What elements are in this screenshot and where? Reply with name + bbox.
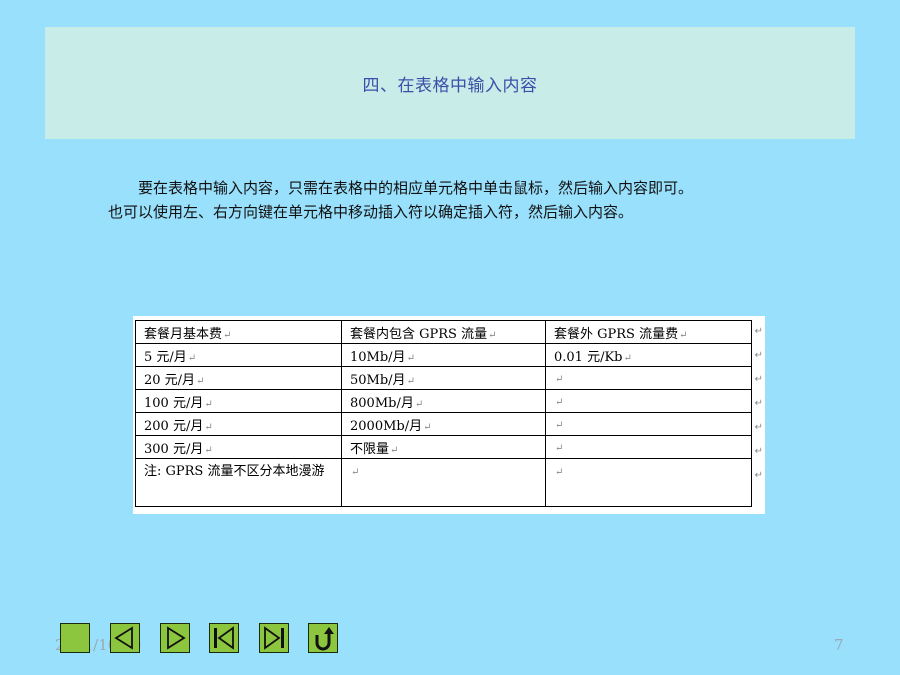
row-end-mark: ↵ <box>754 446 763 457</box>
cell-text: 2000Mb/月 <box>350 418 423 434</box>
nav-return-button[interactable] <box>308 623 338 653</box>
table-row: 100 元/月↵ 800Mb/月↵ ↵ <box>135 389 752 413</box>
row-end-mark: ↵ <box>754 350 763 361</box>
row-end-mark: ↵ <box>754 398 763 409</box>
table-header-cell[interactable]: 套餐内包含 GPRS 流量↵ <box>341 320 546 344</box>
cell-text: 20 元/月 <box>144 372 196 388</box>
paragraph-mark: ↵ <box>555 396 564 408</box>
table-cell[interactable]: 2000Mb/月↵ <box>341 412 546 436</box>
nav-prev-button[interactable] <box>110 623 140 653</box>
table-cell[interactable]: ↵ <box>341 458 546 507</box>
nav-first-button[interactable] <box>209 623 239 653</box>
paragraph-mark: ↵ <box>488 329 497 341</box>
cell-text: 不限量 <box>350 441 390 457</box>
paragraph-mark: ↵ <box>623 352 632 364</box>
row-end-mark: ↵ <box>754 470 763 481</box>
paragraph-mark: ↵ <box>423 421 432 433</box>
cell-text: 套餐月基本费 <box>144 326 223 342</box>
table-header-cell[interactable]: 套餐月基本费↵ <box>135 320 342 344</box>
paragraph-mark: ↵ <box>555 467 564 478</box>
page-number: 7 <box>834 636 844 654</box>
table-cell[interactable]: 5 元/月↵ <box>135 343 342 367</box>
paragraph-mark: ↵ <box>555 442 564 454</box>
paragraph-mark: ↵ <box>555 373 564 385</box>
nav-next-button[interactable] <box>160 623 190 653</box>
row-end-mark: ↵ <box>754 374 763 385</box>
table-cell[interactable]: ↵ <box>545 435 752 459</box>
paragraph-mark: ↵ <box>223 329 232 341</box>
table-cell[interactable]: ↵ <box>545 389 752 413</box>
cell-text: 5 元/月 <box>144 349 187 365</box>
row-end-mark: ↵ <box>754 422 763 433</box>
paragraph-mark: ↵ <box>204 398 213 410</box>
prev-icon <box>114 626 133 650</box>
table-cell[interactable]: ↵ <box>545 366 752 390</box>
paragraph-mark: ↵ <box>390 444 399 456</box>
cell-text: 0.01 元/Kb <box>554 349 623 365</box>
paragraph-mark: ↵ <box>187 352 197 364</box>
table-cell[interactable]: ↵ <box>545 458 752 507</box>
slide-title-box: 四、在表格中输入内容 <box>45 27 855 139</box>
table-cell[interactable]: 200 元/月↵ <box>135 412 342 436</box>
paragraph-mark: ↵ <box>204 444 213 456</box>
paragraph-mark: ↵ <box>196 375 205 387</box>
paragraph-mark: ↵ <box>406 375 415 387</box>
paragraph-mark: ↵ <box>555 419 564 431</box>
table-header-row: 套餐月基本费↵ 套餐内包含 GPRS 流量↵ 套餐外 GPRS 流量费↵ <box>135 320 752 344</box>
table-cell[interactable]: 20 元/月↵ <box>135 366 342 390</box>
next-icon <box>167 626 186 650</box>
last-icon <box>264 626 284 650</box>
cell-text: 注: GPRS 流量不区分本地漫游 <box>144 464 325 479</box>
cell-text: 50Mb/月 <box>350 372 406 388</box>
table-cell[interactable]: 0.01 元/Kb↵ <box>545 343 752 367</box>
table-row: 5 元/月↵ 10Mb/月↵ 0.01 元/Kb↵ <box>135 343 752 367</box>
body-line-1: 要在表格中输入内容，只需在表格中的相应单元格中单击鼠标，然后输入内容即可。 <box>138 179 694 197</box>
cell-text: 800Mb/月 <box>350 395 414 411</box>
embedded-table-image: 套餐月基本费↵ 套餐内包含 GPRS 流量↵ 套餐外 GPRS 流量费↵ 5 元… <box>133 316 765 514</box>
table-cell[interactable]: 800Mb/月↵ <box>341 389 546 413</box>
first-icon <box>214 626 234 650</box>
slide-body: 要在表格中输入内容，只需在表格中的相应单元格中单击鼠标，然后输入内容即可。 也可… <box>108 176 808 224</box>
table-row: 300 元/月↵ 不限量↵ ↵ <box>135 435 752 459</box>
cell-text: 10Mb/月 <box>350 349 406 365</box>
table-cell[interactable]: 300 元/月↵ <box>135 435 342 459</box>
table-row: 注: GPRS 流量不区分本地漫游 ↵ ↵ <box>135 458 752 507</box>
cell-text: 套餐内包含 GPRS 流量 <box>350 326 488 342</box>
table-cell[interactable]: 不限量↵ <box>341 435 546 459</box>
nav-blank-button[interactable] <box>60 623 90 653</box>
gprs-table: 套餐月基本费↵ 套餐内包含 GPRS 流量↵ 套餐外 GPRS 流量费↵ 5 元… <box>135 320 752 507</box>
table-cell[interactable]: 注: GPRS 流量不区分本地漫游 <box>135 458 342 507</box>
slide-title: 四、在表格中输入内容 <box>362 75 538 96</box>
nav-last-button[interactable] <box>259 623 289 653</box>
cell-text: 200 元/月 <box>144 418 204 434</box>
cell-text: 100 元/月 <box>144 395 204 411</box>
row-end-mark: ↵ <box>754 326 763 337</box>
table-row: 200 元/月↵ 2000Mb/月↵ ↵ <box>135 412 752 436</box>
paragraph-mark: ↵ <box>204 421 213 433</box>
table-header-cell[interactable]: 套餐外 GPRS 流量费↵ <box>545 320 752 344</box>
cell-text: 300 元/月 <box>144 441 204 457</box>
table-cell[interactable]: 10Mb/月↵ <box>341 343 546 367</box>
paragraph-mark: ↵ <box>351 467 360 478</box>
return-icon <box>315 627 334 651</box>
table-cell[interactable]: ↵ <box>545 412 752 436</box>
cell-text: 套餐外 GPRS 流量费 <box>554 326 679 342</box>
paragraph-mark: ↵ <box>406 352 415 364</box>
body-line-2: 也可以使用左、右方向键在单元格中移动插入符以确定插入符，然后输入内容。 <box>108 203 634 221</box>
paragraph-mark: ↵ <box>414 398 424 410</box>
paragraph-mark: ↵ <box>679 329 688 341</box>
table-row: 20 元/月↵ 50Mb/月↵ ↵ <box>135 366 752 390</box>
table-cell[interactable]: 100 元/月↵ <box>135 389 342 413</box>
table-cell[interactable]: 50Mb/月↵ <box>341 366 546 390</box>
